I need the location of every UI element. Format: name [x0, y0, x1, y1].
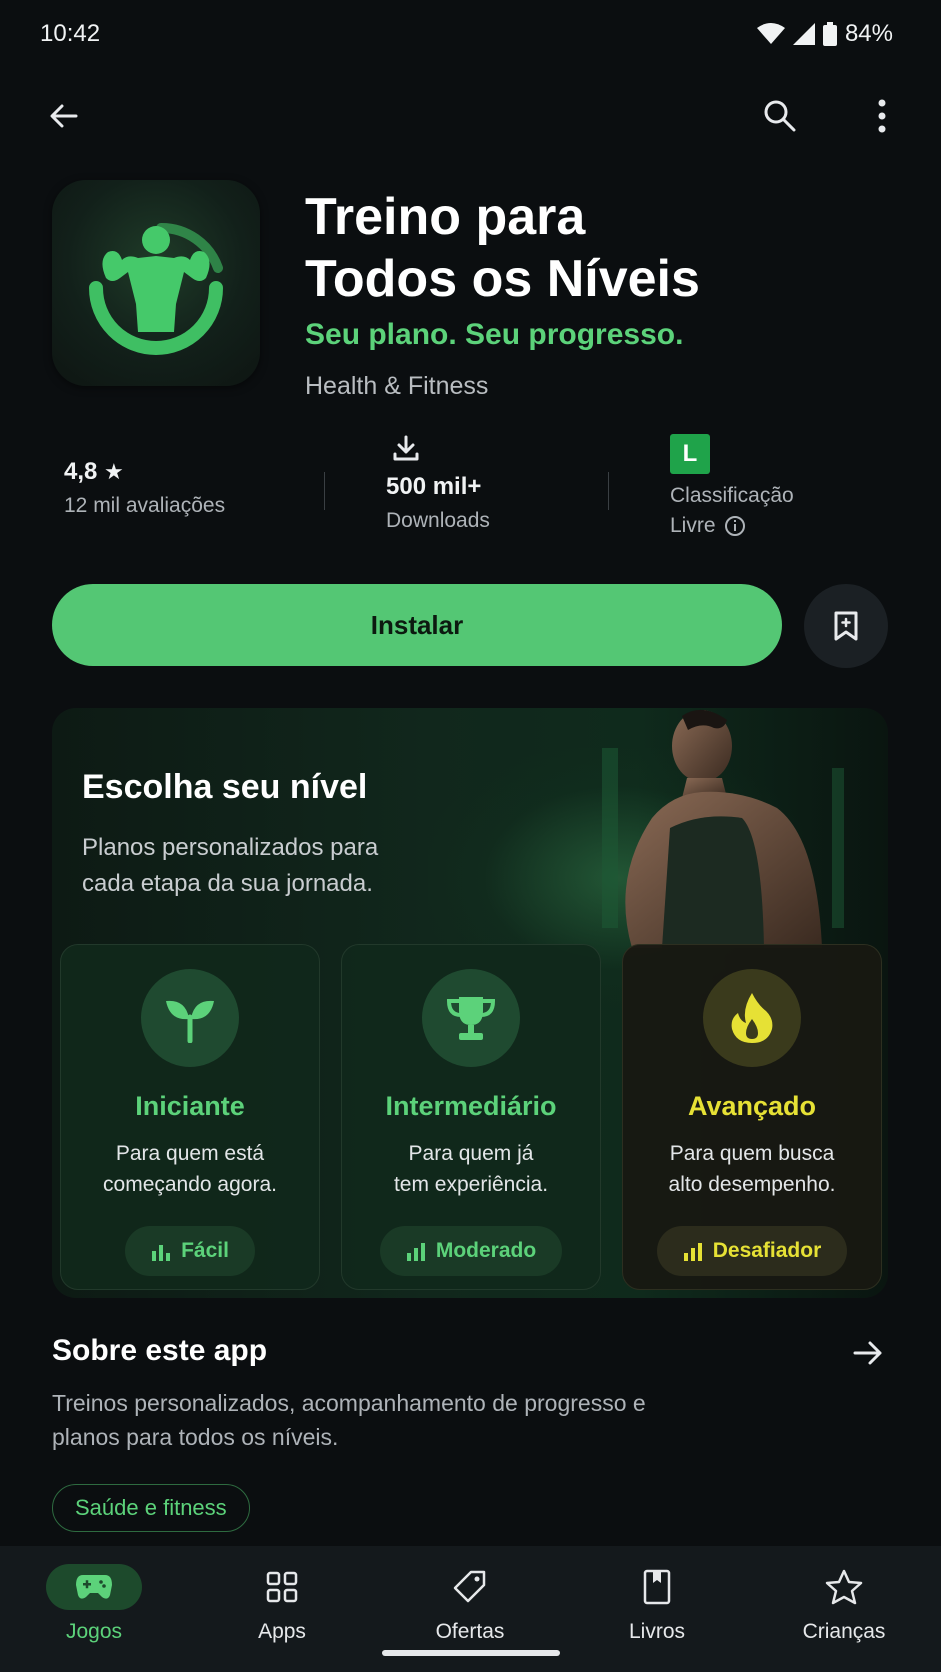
level-name: Iniciante: [135, 1091, 245, 1121]
tag-icon: [453, 1570, 486, 1603]
more-options-button[interactable]: [854, 88, 910, 144]
install-button[interactable]: Instalar: [52, 584, 782, 666]
bar-chart-icon: [683, 1243, 702, 1261]
nav-icon-wrap: [609, 1564, 705, 1610]
difficulty-pill: Fácil: [125, 1226, 255, 1276]
signal-icon: [792, 23, 815, 45]
content-rating-line1: Classificação: [670, 484, 794, 507]
content-rating-stat[interactable]: L Classificação Livre: [670, 434, 794, 538]
level-name: Intermediário: [385, 1091, 557, 1121]
nav-item-ofertas[interactable]: Ofertas: [405, 1564, 535, 1644]
difficulty-pill: Desafiador: [656, 1226, 848, 1276]
home-indicator[interactable]: [382, 1650, 560, 1656]
app-title-line1: Treino para: [305, 188, 586, 246]
sprout-icon: [166, 1000, 214, 1043]
bookmark-add-icon: [834, 611, 858, 641]
level-badge: [703, 969, 801, 1067]
level-description-line2: alto desempenho.: [668, 1173, 836, 1196]
level-card-avancado[interactable]: Avançado Para quem busca alto desempenho…: [622, 944, 882, 1290]
rating-stat[interactable]: 4,8 ★ 12 mil avaliações: [64, 458, 225, 518]
level-card-iniciante[interactable]: Iniciante Para quem está começando agora…: [60, 944, 320, 1290]
back-button[interactable]: [36, 88, 92, 144]
difficulty-label: Fácil: [181, 1239, 229, 1262]
difficulty-pill: Moderado: [379, 1226, 563, 1276]
stat-divider: [324, 472, 325, 510]
nav-label: Livros: [628, 1620, 686, 1643]
level-description: Para quem já tem experiência.: [361, 1138, 581, 1200]
level-card-intermediario[interactable]: Intermediário Para quem já tem experiênc…: [341, 944, 601, 1290]
battery-percent: 84%: [844, 20, 893, 47]
nav-item-criancas[interactable]: Crianças: [779, 1564, 909, 1644]
promo-subtitle: Planos personalizados para cada etapa da…: [82, 834, 379, 897]
app-tagline: Seu plano. Seu progresso.: [305, 318, 684, 351]
level-description: Para quem está começando agora.: [80, 1138, 300, 1200]
nav-item-livros[interactable]: Livros: [592, 1564, 722, 1644]
trophy-icon: [446, 997, 496, 1040]
nav-label: Crianças: [802, 1620, 886, 1643]
flame-icon: [731, 993, 773, 1043]
wifi-icon: [756, 23, 785, 44]
athlete-illustration: [602, 709, 844, 948]
promo-card[interactable]: Escolha seu nível Planos personalizados …: [52, 708, 888, 1298]
muscle-man-logo-icon: [89, 222, 223, 355]
status-icons: 84%: [756, 20, 893, 48]
bar-chart-icon: [152, 1245, 171, 1261]
battery-icon: [822, 22, 837, 46]
downloads-stat: 500 mil+ Downloads: [386, 434, 490, 533]
level-description-line1: Para quem busca: [669, 1142, 835, 1165]
content-rating-line2: Livre: [670, 514, 716, 537]
level-description-line1: Para quem já: [408, 1142, 534, 1165]
book-icon: [643, 1569, 671, 1605]
rating-number: 4,8: [64, 458, 98, 485]
star-icon: ★: [104, 459, 124, 484]
nav-icon-wrap: [422, 1564, 518, 1610]
level-badge: [422, 969, 520, 1067]
content-rating-line2-row: Livre: [670, 514, 794, 538]
nav-icon-wrap: [796, 1564, 892, 1610]
nav-item-apps[interactable]: Apps: [217, 1564, 347, 1644]
level-description-line2: começando agora.: [103, 1173, 277, 1196]
nav-item-jogos[interactable]: Jogos: [29, 1564, 159, 1644]
download-icon: [393, 435, 419, 461]
star-icon: [825, 1569, 863, 1605]
wishlist-button[interactable]: [804, 584, 888, 668]
difficulty-label: Moderado: [435, 1239, 537, 1262]
level-name: Avançado: [687, 1091, 817, 1121]
level-badge: [141, 969, 239, 1067]
about-section-title[interactable]: Sobre este app: [52, 1334, 267, 1368]
about-arrow-button[interactable]: [840, 1330, 896, 1376]
app-title: Treino para Todos os Níveis: [305, 186, 865, 310]
nav-label: Jogos: [65, 1620, 123, 1643]
difficulty-label: Desafiador: [712, 1239, 822, 1262]
app-icon: [52, 180, 260, 386]
app-title-line2: Todos os Níveis: [305, 250, 700, 308]
promo-title: Escolha seu nível: [82, 768, 368, 806]
level-description-line2: tem experiência.: [393, 1173, 549, 1196]
downloads-value: 500 mil+: [386, 473, 482, 500]
info-icon: [724, 516, 745, 536]
search-icon: [764, 100, 796, 132]
apps-grid-icon: [266, 1571, 298, 1603]
category-chip[interactable]: Saúde e fitness: [52, 1484, 250, 1532]
level-description-line1: Para quem está: [115, 1142, 265, 1165]
bar-chart-icon: [406, 1243, 425, 1261]
rating-value: 4,8 ★: [64, 458, 225, 486]
search-button[interactable]: [752, 88, 808, 144]
nav-label: Apps: [258, 1620, 306, 1643]
gamepad-icon: [76, 1575, 112, 1599]
nav-icon-wrap: [234, 1564, 330, 1610]
content-rating-badge: L: [670, 434, 710, 474]
app-category[interactable]: Health & Fitness: [305, 372, 488, 401]
nav-active-indicator: [46, 1564, 142, 1610]
arrow-left-icon: [50, 104, 78, 128]
downloads-label: Downloads: [386, 509, 490, 532]
nav-label: Ofertas: [435, 1620, 505, 1643]
status-time: 10:42: [40, 20, 101, 47]
more-vert-icon: [878, 99, 886, 133]
arrow-right-icon: [853, 1341, 882, 1365]
review-count: 12 mil avaliações: [64, 494, 226, 517]
stat-divider: [608, 472, 609, 510]
level-description: Para quem busca alto desempenho.: [642, 1138, 862, 1200]
about-description: Treinos personalizados, acompanhamento d…: [52, 1390, 646, 1450]
